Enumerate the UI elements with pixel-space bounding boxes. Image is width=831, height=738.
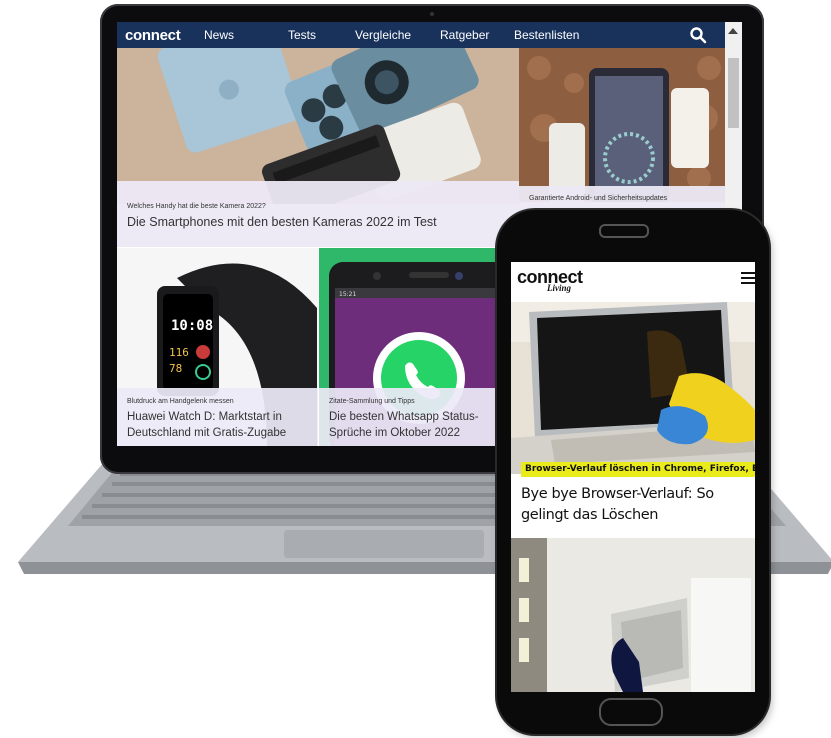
wall-socket-photo [511,538,755,692]
laptop-camera [430,12,434,16]
nav-item-tests[interactable]: Tests [288,28,316,42]
whatsapp-headline-line2[interactable]: Sprüche im Oktober 2022 [329,427,460,439]
hero-kicker: Welches Handy hat die beste Kamera 2022? [127,203,266,210]
hamburger-menu-icon[interactable] [741,272,755,287]
watch-headline-line2[interactable]: Deutschland mit Gratis-Zugabe [127,427,286,439]
whatsapp-headline-line1[interactable]: Die besten Whatsapp Status- [329,411,479,423]
smartphone-frame: connect Living Browser-Verlauf löschen i… [497,210,769,734]
laptop-cleaning-photo [511,302,755,474]
watch-systolic: 116 [169,346,189,359]
search-icon[interactable] [689,26,707,44]
phone-speaker [599,224,649,238]
whatsapp-article-caption[interactable]: Zitate-Sammlung und Tipps Die besten Wha… [319,388,520,446]
whatsapp-article-tile[interactable]: 15:21 Zitate-Sammlung und Tipps Die best… [319,248,520,446]
side-article-image[interactable] [519,48,725,202]
watch-article-tile[interactable]: 10:08 116 78 Blutdruck am Handgelenk mes… [117,248,318,446]
mobile-article-kicker: Browser-Verlauf löschen in Chrome, Firef… [521,462,755,477]
android-phones-photo [519,48,725,202]
scroll-thumb[interactable] [728,58,739,128]
phone-status-time: 15:21 [339,291,356,298]
hero-headline[interactable]: Die Smartphones mit den besten Kameras 2… [127,215,437,229]
watch-headline-line1[interactable]: Huawei Watch D: Marktstart in [127,411,282,423]
mobile-second-article-image[interactable] [511,538,755,692]
site-navbar: connect News Tests Vergleiche Ratgeber B… [117,22,742,48]
mobile-article-title[interactable]: Bye bye Browser-Verlauf: So gelingt das … [521,484,753,526]
hero-article-caption[interactable]: Welches Handy hat die beste Kamera 2022?… [117,181,519,247]
phone-browser-viewport: connect Living Browser-Verlauf löschen i… [511,262,755,692]
nav-item-bestenlisten[interactable]: Bestenlisten [514,28,579,42]
side-kicker: Garantierte Android- und Sicherheitsupda… [529,195,668,202]
mobile-logo-sub: Living [547,283,571,293]
nav-item-news[interactable]: News [204,28,234,42]
watch-time: 10:08 [171,318,213,334]
whatsapp-kicker: Zitate-Sammlung und Tipps [329,398,415,405]
scroll-up-arrow-icon[interactable] [728,28,738,34]
watch-article-caption[interactable]: Blutdruck am Handgelenk messen Huawei Wa… [117,388,318,446]
mobile-hero-image[interactable] [511,302,755,474]
site-logo[interactable]: connect [125,27,203,44]
watch-diastolic: 78 [169,362,182,375]
phone-home-button[interactable] [599,698,663,726]
nav-item-ratgeber[interactable]: Ratgeber [440,28,489,42]
watch-kicker: Blutdruck am Handgelenk messen [127,398,234,405]
nav-item-vergleiche[interactable]: Vergleiche [355,28,411,42]
